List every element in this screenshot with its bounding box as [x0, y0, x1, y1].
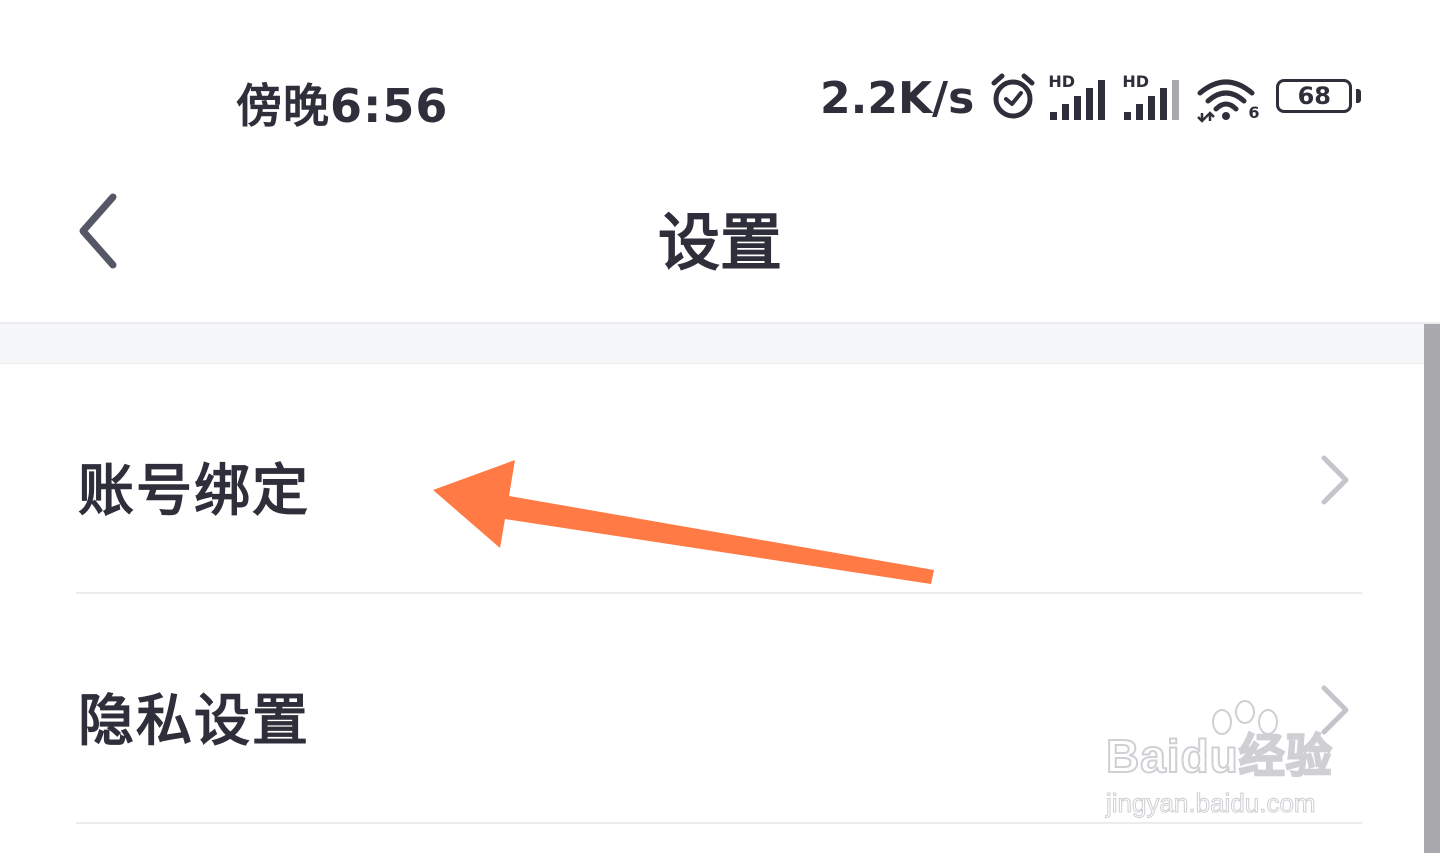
top-nav-bar: 设置 [0, 160, 1440, 322]
signal-icon: HD [1048, 72, 1112, 122]
status-icons: 2.2K/s HD HD 6 68 [820, 70, 1364, 126]
page-title: 设置 [657, 206, 782, 279]
baidu-watermark: Baidu经验 jingyan.baidu.com [1100, 700, 1370, 830]
settings-item-account-binding[interactable]: 账号绑定 [0, 364, 1424, 594]
wifi-icon: 6 [1196, 73, 1260, 123]
battery-level: 68 [1297, 82, 1332, 110]
wifi-6-label: 6 [1248, 103, 1260, 122]
watermark-url: jingyan.baidu.com [1106, 788, 1317, 819]
settings-item-label: 账号绑定 [78, 459, 310, 524]
status-time: 傍晚6:56 [236, 79, 449, 133]
alarm-icon [988, 71, 1038, 125]
signal-icon: HD [1122, 72, 1186, 122]
watermark-logo: Baidu经验 [1105, 729, 1333, 783]
battery-icon: 68 [1276, 79, 1364, 117]
section-gap [0, 322, 1440, 364]
scrollbar[interactable] [1424, 324, 1440, 853]
status-bar: 傍晚6:56 2.2K/s HD HD 6 68 [0, 0, 1440, 160]
chevron-right-icon [1318, 454, 1352, 510]
network-speed: 2.2K/s [820, 72, 975, 124]
settings-item-label: 隐私设置 [78, 689, 310, 754]
